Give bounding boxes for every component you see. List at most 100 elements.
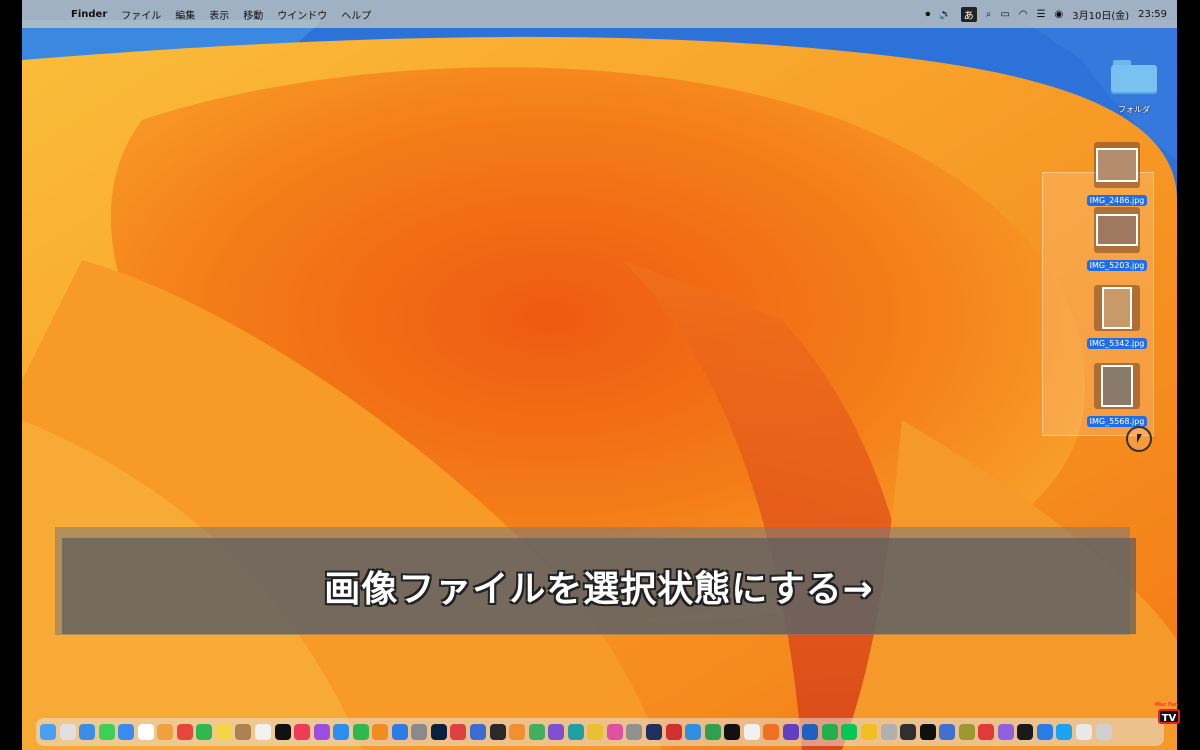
folder-label: フォルダ — [1118, 105, 1150, 114]
image-thumbnail-icon — [1094, 207, 1140, 253]
app-icon-blue4[interactable] — [939, 724, 956, 740]
mail-icon[interactable] — [118, 724, 135, 740]
siri-icon[interactable]: ◉ — [1055, 9, 1064, 20]
settings-icon[interactable] — [411, 724, 428, 740]
facetime-icon[interactable] — [196, 724, 213, 740]
caption-box: 画像ファイルを選択状態にする→ — [62, 538, 1136, 634]
contacts-icon[interactable] — [235, 724, 252, 740]
downloads-icon[interactable] — [1075, 724, 1092, 740]
app-icon-navy[interactable] — [645, 724, 662, 740]
battery-icon[interactable]: ▭ — [1000, 9, 1009, 20]
menu-file[interactable]: ファイル — [114, 7, 168, 22]
mouse-cursor-icon — [1126, 426, 1152, 452]
app-icon-pink[interactable] — [606, 724, 623, 740]
menu-app-name[interactable]: Finder — [64, 9, 114, 20]
channel-logo: Mac Fan TV — [1155, 702, 1183, 726]
desktop-screen: Finder ファイル 編集 表示 移動 ウインドウ ヘルプ ⏺ 🔈 あ ⌕ ▭… — [22, 0, 1177, 750]
app-icon-gray[interactable] — [626, 724, 643, 740]
app-icon-violet[interactable] — [997, 724, 1014, 740]
search-icon[interactable]: ⌕ — [986, 9, 992, 20]
app-icon-blue2[interactable] — [685, 724, 702, 740]
podcasts-icon[interactable] — [313, 724, 330, 740]
photo-preview — [1101, 365, 1133, 407]
menu-go[interactable]: 移動 — [236, 7, 270, 22]
file-name-label: IMG_2486.jpg — [1086, 195, 1148, 206]
app-icon-teal[interactable] — [567, 724, 584, 740]
logo-small-text: Mac Fan — [1155, 702, 1179, 708]
pages-icon[interactable] — [372, 724, 389, 740]
photos-icon[interactable] — [157, 724, 174, 740]
control-center-icon[interactable]: ☰ — [1037, 9, 1046, 20]
record-icon[interactable]: ⏺ — [925, 9, 930, 20]
desktop-file-1[interactable]: IMG_2486.jpg — [1077, 142, 1157, 207]
photo-preview — [1096, 214, 1138, 246]
safari-icon[interactable] — [79, 724, 96, 740]
photo-preview — [1096, 148, 1138, 182]
numbers-icon[interactable] — [352, 724, 369, 740]
messages-icon[interactable] — [98, 724, 115, 740]
music-icon[interactable] — [294, 724, 311, 740]
menu-bar: Finder ファイル 編集 表示 移動 ウインドウ ヘルプ ⏺ 🔈 あ ⌕ ▭… — [22, 0, 1177, 28]
image-thumbnail-icon — [1094, 363, 1140, 409]
xit-icon[interactable] — [919, 724, 936, 740]
folder-icon — [1111, 60, 1157, 94]
app-icon-blue5[interactable] — [1036, 724, 1053, 740]
app-icon-black[interactable] — [724, 724, 741, 740]
logo-tv-text: TV — [1158, 709, 1180, 724]
app-icon-red3[interactable] — [978, 724, 995, 740]
app-icon-yellow2[interactable] — [860, 724, 877, 740]
menu-window[interactable]: ウインドウ — [270, 7, 334, 22]
app-icon-purple[interactable] — [548, 724, 565, 740]
app-icon-white[interactable] — [743, 724, 760, 740]
desktop-file-4[interactable]: IMG_5568.jpg — [1077, 363, 1157, 428]
app-icon-olive[interactable] — [958, 724, 975, 740]
app-icon-red2[interactable] — [665, 724, 682, 740]
file-name-label: IMG_5203.jpg — [1086, 260, 1148, 271]
app-icon-dark[interactable] — [489, 724, 506, 740]
menu-view[interactable]: 表示 — [202, 7, 236, 22]
app-icon-blue[interactable] — [470, 724, 487, 740]
notes-icon[interactable] — [215, 724, 232, 740]
app-icon-green[interactable] — [528, 724, 545, 740]
app-icon-orange[interactable] — [509, 724, 526, 740]
finder-icon[interactable] — [40, 724, 56, 740]
volume-icon[interactable]: 🔈 — [939, 9, 951, 20]
twitter-icon[interactable] — [1056, 724, 1073, 740]
app-icon-black2[interactable] — [1017, 724, 1034, 740]
image-thumbnail-icon — [1094, 142, 1140, 188]
photoshop-icon[interactable] — [430, 724, 447, 740]
appstore-icon[interactable] — [333, 724, 350, 740]
launchpad-icon[interactable] — [59, 724, 76, 740]
reminders-icon[interactable] — [255, 724, 272, 740]
input-method-icon[interactable]: あ — [960, 6, 977, 22]
menu-date[interactable]: 3月10日(金) — [1072, 7, 1129, 22]
caption-text: 画像ファイルを選択状態にする→ — [324, 569, 874, 610]
app-icon-yellow[interactable] — [587, 724, 604, 740]
desktop-file-3[interactable]: IMG_5342.jpg — [1077, 285, 1157, 350]
calendar-icon[interactable] — [137, 724, 154, 740]
menu-edit[interactable]: 編集 — [168, 7, 202, 22]
dock — [36, 718, 1164, 746]
chrome-icon[interactable] — [176, 724, 193, 740]
photo-preview — [1102, 287, 1132, 329]
app-icon-purple2[interactable] — [782, 724, 799, 740]
image-thumbnail-icon — [1094, 285, 1140, 331]
app-icon-blue3[interactable] — [802, 724, 819, 740]
app-icon-gray2[interactable] — [880, 724, 897, 740]
keynote-icon[interactable] — [391, 724, 408, 740]
app-icon-orange2[interactable] — [763, 724, 780, 740]
app-icon-green3[interactable] — [821, 724, 838, 740]
trash-icon[interactable] — [1095, 724, 1112, 740]
wifi-icon[interactable]: ◠ — [1019, 9, 1028, 20]
app-icon-dark2[interactable] — [900, 724, 917, 740]
desktop-folder[interactable]: フォルダ — [1094, 60, 1174, 115]
appletv-icon[interactable] — [274, 724, 291, 740]
app-icon-green2[interactable] — [704, 724, 721, 740]
wallpaper — [22, 0, 1177, 750]
line-icon[interactable] — [841, 724, 858, 740]
desktop-file-2[interactable]: IMG_5203.jpg — [1077, 207, 1157, 272]
menu-time[interactable]: 23:59 — [1138, 9, 1167, 20]
app-icon-red[interactable] — [450, 724, 467, 740]
menu-help[interactable]: ヘルプ — [334, 7, 378, 22]
file-name-label: IMG_5342.jpg — [1086, 338, 1148, 349]
